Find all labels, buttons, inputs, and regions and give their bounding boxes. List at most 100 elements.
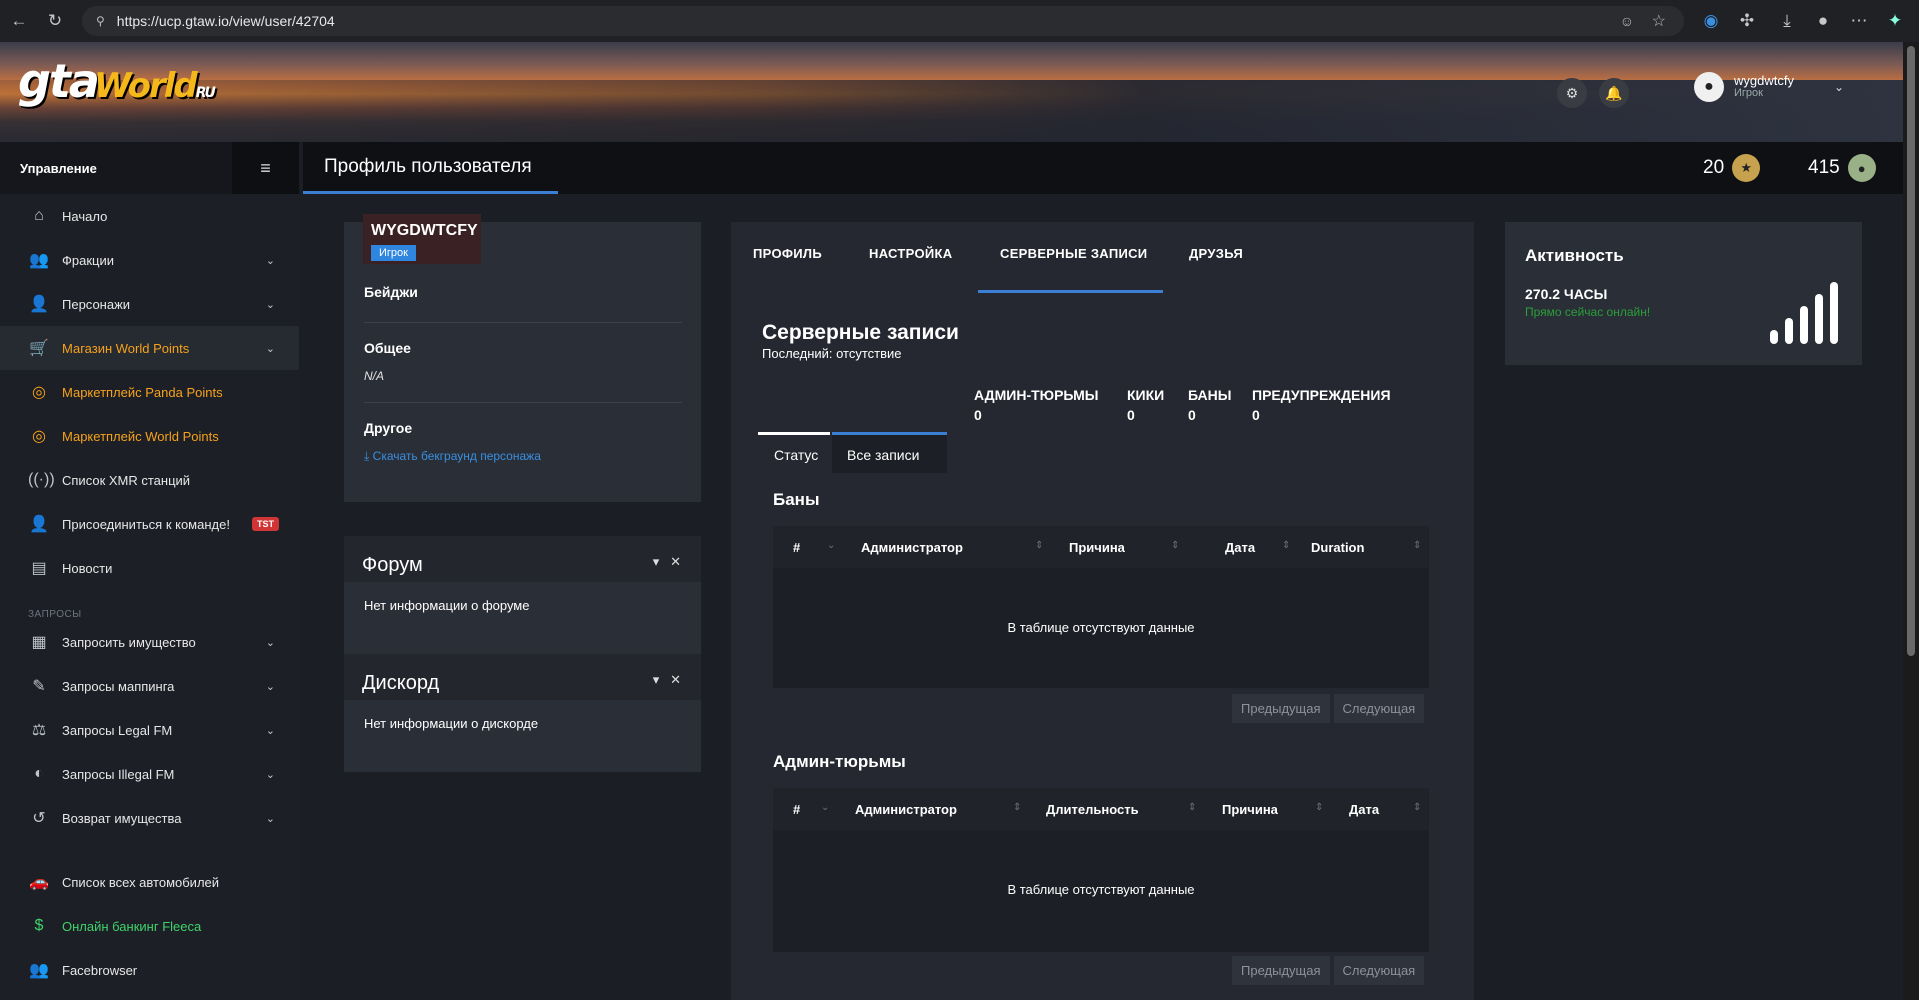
site-info-icon[interactable]: ⚲ [96,14,105,28]
bans-empty-message: В таблице отсутствуют данные [1007,620,1195,635]
profile-icon[interactable]: ● [1812,10,1834,32]
sidebar-item-illegal-fm[interactable]: ◐ Запросы Illegal FM ⌄ [0,752,299,796]
profile-name: WYGDWTCFY [371,222,478,239]
brush-icon: ✎ [32,678,46,695]
sort-icon: ⇕ [1035,540,1044,551]
medal-icon: ★ [1732,154,1761,182]
tab-profile[interactable]: ПРОФИЛЬ [753,246,822,261]
col-header[interactable]: Причина [1069,540,1125,555]
download-background-link[interactable]: ⤓ Скачать бекграунд персонажа [364,449,541,464]
stat-label: КИКИ [1127,387,1165,403]
col-header[interactable]: Duration [1311,540,1364,555]
favorite-star-icon[interactable]: ☆ [1652,11,1666,31]
sidebar-item-request-property[interactable]: ▦ Запросить имущество ⌄ [0,620,299,664]
address-bar[interactable]: ⚲ https://ucp.gtaw.io/view/user/42704 ☺ … [82,6,1684,36]
tab-server-records[interactable]: СЕРВЕРНЫЕ ЗАПИСИ [1000,246,1147,261]
col-header[interactable]: Администратор [861,540,963,555]
col-header[interactable]: Администратор [855,802,957,817]
copilot-icon[interactable]: ✦ [1884,10,1906,32]
widget-controls: ▾ ✕ [653,672,681,688]
settings-gear-icon[interactable]: ⚙ [1557,78,1587,108]
subtab-status[interactable]: Статус [758,432,830,473]
stat-jails: АДМИН-ТЮРЬМЫ 0 [974,385,1099,425]
points-counter-1: 20 ★ [1703,154,1761,182]
sidebar-item-wp-market[interactable]: ◎ Маркетплейс World Points [0,414,299,458]
bans-title: Баны [773,490,820,509]
car-icon: 🚗 [29,874,49,891]
col-header[interactable]: Причина [1222,802,1278,817]
sidebar-label: Начало [62,208,108,224]
reload-icon[interactable]: ↻ [44,10,66,32]
collapse-icon[interactable]: ▾ [653,672,660,687]
sort-icon: ⌄ [827,540,836,551]
stat-kicks: КИКИ 0 [1127,385,1164,425]
extension-icon[interactable]: ◉ [1700,10,1722,32]
download-icon[interactable]: ⤓ [1776,10,1798,32]
next-button[interactable]: Следующая [1333,694,1425,723]
sort-icon: ⌄ [821,802,830,813]
sidebar-item-home[interactable]: ⌂ Начало [0,194,299,238]
stat-warnings: ПРЕДУПРЕЖДЕНИЯ 0 [1252,385,1391,425]
notification-bell-icon[interactable]: 🔔 [1599,78,1629,108]
col-header[interactable]: Длительность [1046,802,1139,817]
money-bill-icon: $ [34,917,44,934]
points-counter-2: 415 ● [1808,154,1876,182]
scrollbar-thumb[interactable] [1907,46,1915,656]
sidebar-item-wp-store[interactable]: 🛒 Магазин World Points ⌄ [0,326,299,370]
back-icon[interactable]: ← [8,10,30,32]
sidebar-item-legal-fm[interactable]: ⚖ Запросы Legal FM ⌄ [0,708,299,752]
forum-content: Нет информации о форуме [364,598,530,613]
next-button[interactable]: Следующая [1333,956,1425,985]
col-header[interactable]: Дата [1225,540,1255,555]
chevron-down-icon: ⌄ [265,724,275,737]
col-header[interactable]: Дата [1349,802,1379,817]
col-header[interactable]: # [793,540,800,555]
user-icon: 👤 [29,296,49,313]
site-logo[interactable]: gtaWorldRU [18,54,216,108]
bans-table: # ⌄ Администратор ⇕ Причина ⇕ Дата ⇕ Duratio… [773,526,1429,688]
close-icon[interactable]: ✕ [670,672,681,687]
bans-table-header: # ⌄ Администратор ⇕ Причина ⇕ Дата ⇕ Duratio… [773,526,1429,568]
sidebar-item-refund[interactable]: ↺ Возврат имущества ⌄ [0,796,299,840]
sidebar-label: Магазин World Points [62,340,190,356]
sidebar-label: Фракции [62,252,114,268]
sidebar: Управление ≡ ⌂ Начало 👥 Фракции ⌄ 👤 Персонаж… [0,142,299,1000]
widget-controls: ▾ ✕ [653,554,681,570]
hamburger-menu-icon[interactable]: ≡ [232,142,299,194]
prev-button[interactable]: Предыдущая [1232,956,1330,985]
reader-icon[interactable]: ☺ [1620,13,1634,29]
sidebar-item-join-team[interactable]: 👤 Присоединиться к команде! TST [0,502,299,546]
logo-world: World [93,66,198,106]
url-text: https://ucp.gtaw.io/view/user/42704 [116,13,335,29]
menu-dots-icon[interactable]: ⋯ [1848,10,1870,32]
page-scrollbar[interactable] [1903,42,1919,1000]
prev-button[interactable]: Предыдущая [1232,694,1330,723]
scale-icon: ⚖ [31,722,47,739]
sidebar-item-facebrowser[interactable]: 👥 Facebrowser [0,948,299,992]
collapse-icon[interactable]: ▾ [653,554,660,569]
sidebar-item-vehicles[interactable]: 🚗 Список всех автомобилей [0,860,299,904]
sidebar-item-news[interactable]: ▤ Новости [0,546,299,590]
tab-friends[interactable]: ДРУЗЬЯ [1189,246,1243,261]
chevron-down-icon: ⌄ [265,680,275,693]
activity-signal-icon [1770,282,1842,344]
jails-pager: Предыдущая Следующая [1228,956,1425,985]
activity-hours: 270.2 ЧАСЫ [1525,286,1608,302]
sidebar-label: Новости [62,560,113,576]
sidebar-item-factions[interactable]: 👥 Фракции ⌄ [0,238,299,282]
sidebar-item-mapping[interactable]: ✎ Запросы маппинга ⌄ [0,664,299,708]
sidebar-item-panda-market[interactable]: ◎ Маркетплейс Panda Points [0,370,299,414]
sort-icon: ⇕ [1171,540,1180,551]
broadcast-icon: ((·)) [28,471,55,488]
sidebar-label: Маркетплейс World Points [62,428,219,444]
sidebar-item-fleeca[interactable]: $ Онлайн банкинг Fleeca [0,904,299,948]
user-menu[interactable]: ● wygdwtcfy Игрок ⌄ [1694,72,1844,102]
sidebar-item-characters[interactable]: 👤 Персонажи ⌄ [0,282,299,326]
tab-settings[interactable]: НАСТРОЙКА [869,246,952,261]
cart-icon: 🛒 [29,340,49,357]
close-icon[interactable]: ✕ [670,554,681,569]
puzzle-icon[interactable]: ✣ [1736,10,1758,32]
col-header[interactable]: # [793,802,800,817]
sidebar-item-xmr[interactable]: ((·)) Список XMR станций [0,458,299,502]
subtab-all-records[interactable]: Все записи [832,432,947,473]
